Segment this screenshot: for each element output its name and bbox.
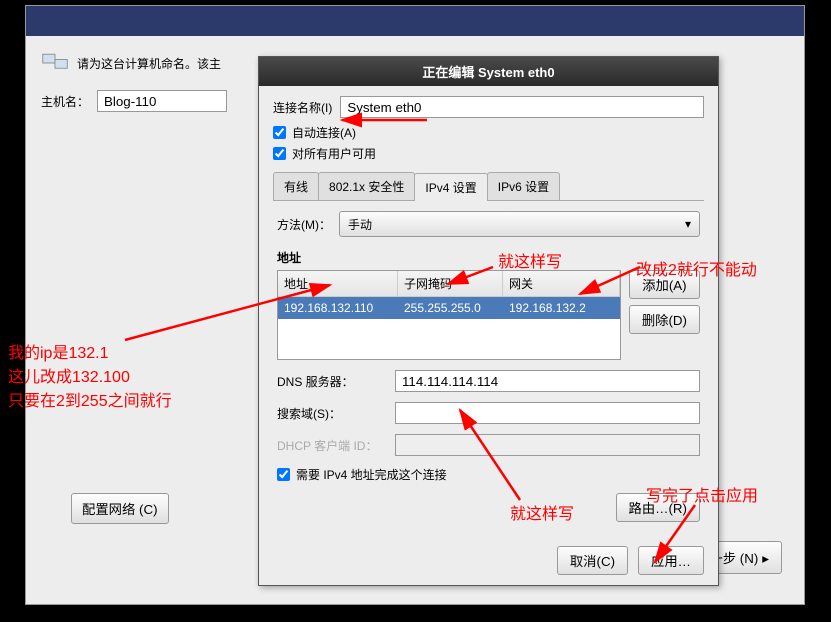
add-button[interactable]: 添加(A) [629, 270, 700, 299]
conn-name-label: 连接名称(I) [273, 99, 332, 116]
network-edit-dialog: 正在编辑 System eth0 连接名称(I) 自动连接(A) 对所有用户可用… [258, 56, 719, 586]
dns-label: DNS 服务器： [277, 373, 387, 390]
dhcp-input [395, 434, 700, 456]
cell-netmask: 255.255.255.0 [398, 297, 503, 319]
conn-name-input[interactable] [340, 96, 704, 118]
dhcp-label: DHCP 客户端 ID： [277, 437, 387, 454]
computer-icon [41, 51, 69, 75]
tabs: 有线 802.1x 安全性 IPv4 设置 IPv6 设置 [273, 172, 704, 201]
dns-input[interactable] [395, 370, 700, 392]
method-value: 手动 [348, 216, 372, 233]
addresses-label: 地址 [277, 249, 700, 266]
tab-ipv4[interactable]: IPv4 设置 [414, 173, 487, 201]
col-address: 地址 [278, 271, 398, 296]
hostname-label: 主机名： [41, 93, 89, 110]
arrow-right-icon: ▸ [762, 551, 769, 566]
installer-header [26, 6, 804, 36]
address-table[interactable]: 地址 子网掩码 网关 192.168.132.110 255.255.255.0… [277, 270, 621, 360]
method-label: 方法(M)： [277, 216, 331, 233]
chevron-down-icon: ▾ [685, 217, 691, 231]
tab-ipv6[interactable]: IPv6 设置 [487, 172, 560, 200]
route-button[interactable]: 路由…(R) [616, 493, 701, 522]
table-header: 地址 子网掩码 网关 [278, 271, 620, 297]
search-input[interactable] [395, 402, 700, 424]
col-netmask: 子网掩码 [398, 271, 503, 296]
delete-button[interactable]: 删除(D) [629, 305, 700, 334]
all-users-label: 对所有用户可用 [292, 145, 376, 162]
method-dropdown[interactable]: 手动 ▾ [339, 211, 700, 237]
cancel-button[interactable]: 取消(C) [557, 546, 628, 575]
table-row[interactable]: 192.168.132.110 255.255.255.0 192.168.13… [278, 297, 620, 319]
auto-connect-checkbox[interactable] [273, 126, 286, 139]
dialog-title: 正在编辑 System eth0 [259, 57, 718, 86]
tab-wired[interactable]: 有线 [273, 172, 319, 200]
col-gateway: 网关 [503, 271, 620, 296]
require-ipv4-checkbox[interactable] [277, 468, 290, 481]
apply-button[interactable]: 应用… [638, 546, 704, 575]
instruction-text: 请为这台计算机命名。该主 [77, 55, 221, 72]
cell-address: 192.168.132.110 [278, 297, 398, 319]
tab-security[interactable]: 802.1x 安全性 [318, 172, 415, 200]
search-label: 搜索域(S)： [277, 405, 387, 422]
config-network-button[interactable]: 配置网络 (C) [71, 493, 169, 524]
hostname-input[interactable] [97, 90, 227, 112]
cell-gateway: 192.168.132.2 [503, 297, 620, 319]
auto-connect-label: 自动连接(A) [292, 124, 356, 141]
require-ipv4-label: 需要 IPv4 地址完成这个连接 [296, 466, 447, 483]
all-users-checkbox[interactable] [273, 147, 286, 160]
